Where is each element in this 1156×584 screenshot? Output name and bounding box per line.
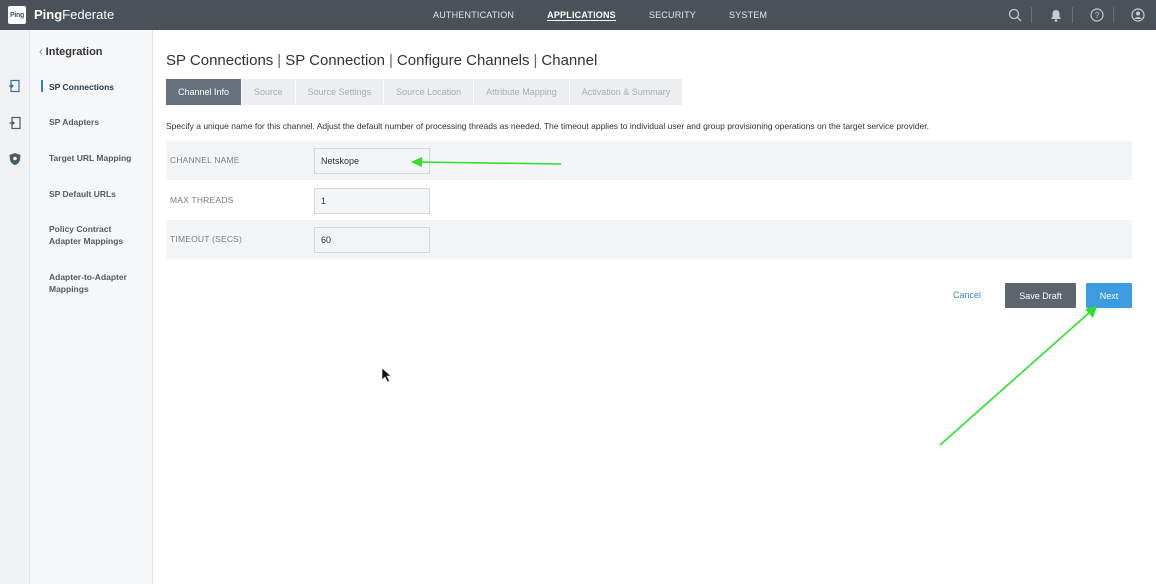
max-threads-label: MAX THREADS xyxy=(170,195,234,205)
icon-separator xyxy=(1113,7,1114,23)
bell-icon[interactable] xyxy=(1046,0,1066,30)
help-icon[interactable]: ? xyxy=(1087,0,1107,30)
breadcrumb-configure-channels: Configure Channels xyxy=(396,52,530,69)
tab-attribute-mapping[interactable]: Attribute Mapping xyxy=(474,79,570,105)
app-title-rest: Federate xyxy=(62,7,115,22)
shield-icon[interactable] xyxy=(8,152,22,166)
tab-channel-info[interactable]: Channel Info xyxy=(166,79,243,105)
main-nav: AUTHENTICATION APPLICATIONS SECURITY SYS… xyxy=(433,0,800,30)
sidebar-back-label: Integration xyxy=(45,46,103,58)
user-icon[interactable] xyxy=(1128,0,1148,30)
nav-system[interactable]: SYSTEM xyxy=(729,0,767,30)
mouse-cursor-icon xyxy=(381,367,392,383)
nav-authentication[interactable]: AUTHENTICATION xyxy=(433,0,514,30)
sidebar-item-sp-adapters[interactable]: SP Adapters xyxy=(49,116,149,128)
timeout-label: TIMEOUT (SECS) xyxy=(170,234,243,244)
tab-activation-summary[interactable]: Activation & Summary xyxy=(569,79,684,105)
sidebar-item-adapter-to-adapter-mappings[interactable]: Adapter-to-Adapter Mappings xyxy=(49,271,139,295)
sidebar-active-indicator xyxy=(41,80,43,92)
timeout-input[interactable] xyxy=(314,227,430,253)
tab-source[interactable]: Source xyxy=(242,79,296,105)
page-title: SP Connections | SP Connection | Configure C… xyxy=(166,52,597,69)
save-draft-button[interactable]: Save Draft xyxy=(1005,283,1076,308)
sidebar-item-policy-contract-adapter-mappings[interactable]: Policy Contract Adapter Mappings xyxy=(49,223,139,247)
form-row-max-threads: MAX THREADS xyxy=(166,181,1132,220)
breadcrumb-channel: Channel xyxy=(541,52,598,69)
annotation-arrow-next xyxy=(939,306,1097,446)
breadcrumb-sp-connections: SP Connections xyxy=(166,52,274,69)
breadcrumb-separator: | xyxy=(277,52,282,69)
icon-separator xyxy=(1031,7,1032,23)
tab-source-location[interactable]: Source Location xyxy=(384,79,475,105)
page-description: Specify a unique name for this channel. … xyxy=(166,121,929,131)
next-button[interactable]: Next xyxy=(1086,283,1132,308)
max-threads-input[interactable] xyxy=(314,188,430,214)
wizard-tabs: Channel Info Source Source Settings Sour… xyxy=(166,79,684,105)
sidebar: ‹ Integration SP Connections SP Adapters … xyxy=(30,30,153,584)
form-row-channel-name: CHANNEL NAME xyxy=(166,141,1132,180)
nav-applications[interactable]: APPLICATIONS xyxy=(547,0,616,30)
tab-source-settings[interactable]: Source Settings xyxy=(295,79,385,105)
sidebar-back-integration[interactable]: ‹ Integration xyxy=(39,46,103,58)
nav-security[interactable]: SECURITY xyxy=(649,0,696,30)
breadcrumb-separator: | xyxy=(533,52,538,69)
form-row-timeout: TIMEOUT (SECS) xyxy=(166,220,1132,259)
ping-logo: Ping xyxy=(8,6,26,24)
sidebar-item-sp-default-urls[interactable]: SP Default URLs xyxy=(49,188,149,200)
app-title-bold: Ping xyxy=(34,7,63,22)
svg-text:?: ? xyxy=(1095,11,1100,20)
adapters-icon[interactable] xyxy=(8,116,22,130)
breadcrumb-separator: | xyxy=(389,52,393,69)
sidebar-item-sp-connections[interactable]: SP Connections xyxy=(49,81,149,93)
channel-name-label: CHANNEL NAME xyxy=(170,155,240,165)
top-icons: ? xyxy=(991,0,1148,30)
icon-separator xyxy=(1072,7,1073,23)
app-title: PingFederate xyxy=(34,7,114,22)
left-rail xyxy=(0,30,30,584)
applications-icon[interactable] xyxy=(8,79,22,93)
top-navigation-bar: Ping PingFederate AUTHENTICATION APPLICA… xyxy=(0,0,1156,30)
search-icon[interactable] xyxy=(1005,0,1025,30)
breadcrumb-sp-connection: SP Connection xyxy=(285,52,385,69)
cancel-button[interactable]: Cancel xyxy=(943,284,991,306)
channel-name-input[interactable] xyxy=(314,148,430,174)
chevron-left-icon: ‹ xyxy=(39,46,43,58)
sidebar-item-target-url-mapping[interactable]: Target URL Mapping xyxy=(49,152,149,164)
